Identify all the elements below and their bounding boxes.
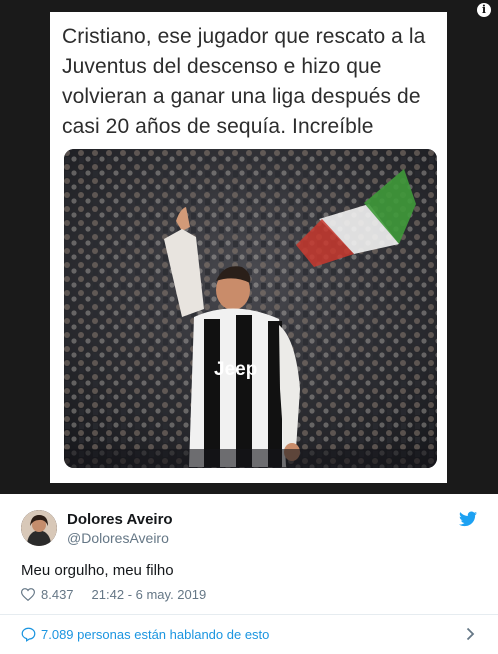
heart-icon[interactable] <box>21 588 35 601</box>
info-icon[interactable]: i <box>477 3 491 17</box>
tweet-text: Meu orgulho, meu filho <box>21 562 174 579</box>
tweet-media[interactable]: i Cristiano, ese jugador que rescato a l… <box>0 0 498 494</box>
chevron-right-icon[interactable] <box>466 627 475 641</box>
avatar[interactable] <box>21 510 57 546</box>
twitter-bird-icon[interactable] <box>459 511 477 527</box>
conversation-label[interactable]: 7.089 personas están hablando de esto <box>41 626 269 643</box>
player-photo-illustration: Jeep <box>64 149 437 468</box>
tweet-card[interactable]: Dolores Aveiro @DoloresAveiro Meu orgulh… <box>0 494 498 654</box>
meme-caption: Cristiano, ese jugador que rescato a la … <box>62 25 426 138</box>
stadium-photo: Jeep <box>64 149 437 468</box>
conversation-link[interactable]: 7.089 personas están hablando de esto <box>0 615 498 654</box>
meme-image: Cristiano, ese jugador que rescato a la … <box>50 12 447 483</box>
user-handle[interactable]: @DoloresAveiro <box>67 530 169 547</box>
timestamp[interactable]: 21:42 - 6 may. 2019 <box>92 586 207 603</box>
tweet-meta: 8.437 21:42 - 6 may. 2019 <box>21 586 206 603</box>
display-name[interactable]: Dolores Aveiro <box>67 511 173 529</box>
jersey-sponsor: Jeep <box>214 359 257 380</box>
like-count[interactable]: 8.437 <box>41 586 74 603</box>
reply-bubble-icon <box>21 627 36 642</box>
